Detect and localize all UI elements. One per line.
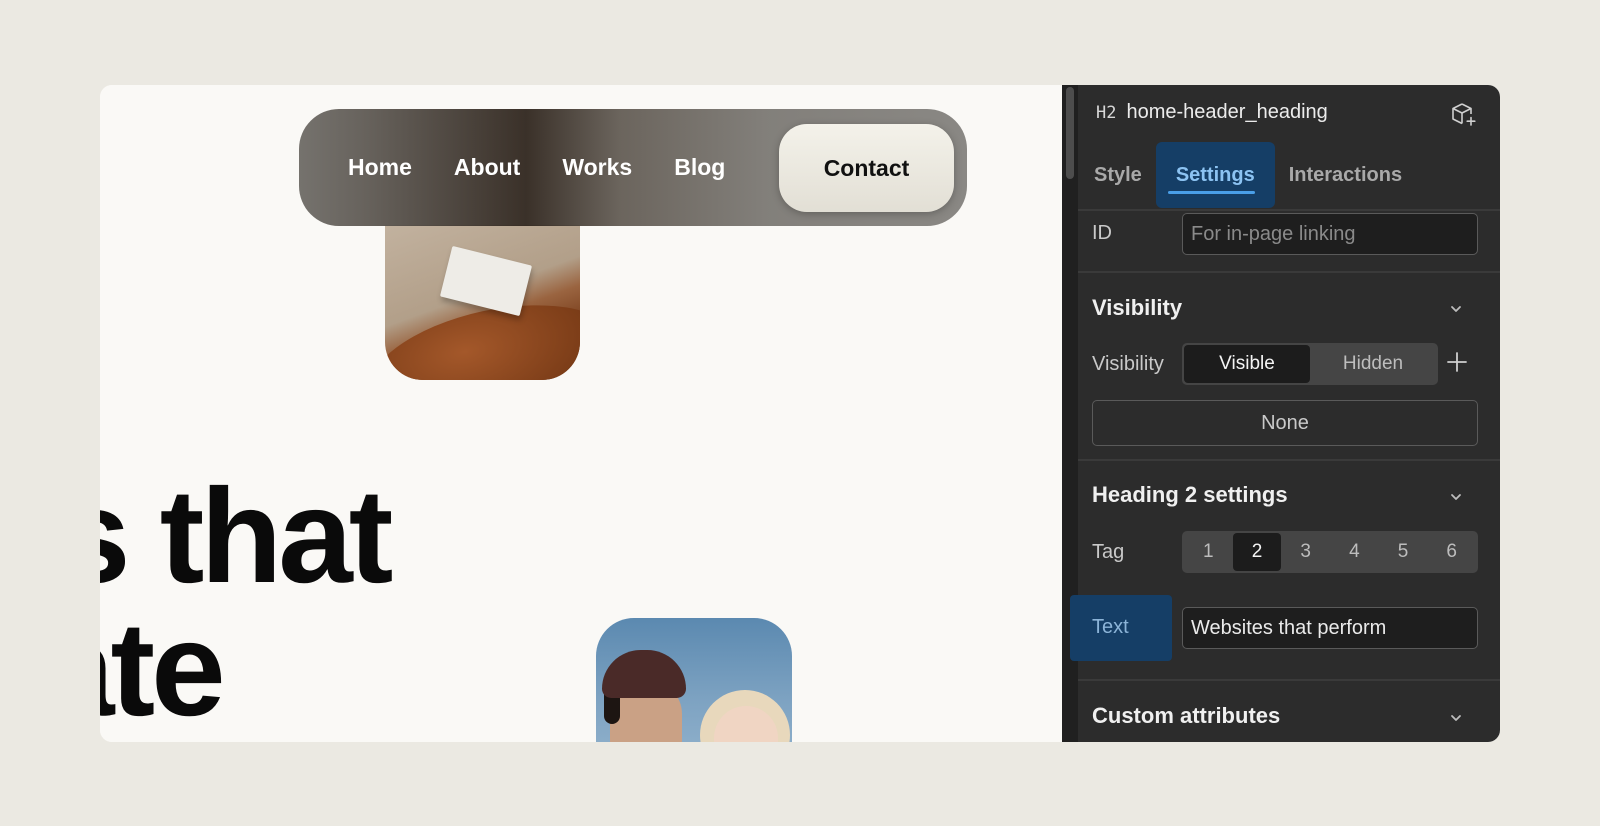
- selected-element-header: H2 home-header_heading: [1096, 101, 1328, 124]
- heading-text-input[interactable]: [1182, 607, 1478, 649]
- heading-settings-section-title[interactable]: Heading 2 settings: [1092, 482, 1288, 508]
- chevron-down-icon[interactable]: [1448, 301, 1464, 317]
- visibility-hidden-option[interactable]: Hidden: [1310, 345, 1436, 383]
- nav-link-about[interactable]: About: [454, 154, 520, 181]
- custom-attributes-section-title[interactable]: Custom attributes: [1092, 703, 1280, 729]
- heading-tag-option[interactable]: 1: [1184, 533, 1233, 571]
- nav-links: Home About Works Blog: [299, 109, 725, 226]
- chevron-down-icon[interactable]: [1448, 489, 1464, 505]
- plus-icon[interactable]: [1446, 351, 1468, 373]
- heading-tag-segmented-control: 1 2 3 4 5 6: [1182, 531, 1478, 573]
- divider: [1078, 209, 1500, 211]
- text-row-label: Text: [1092, 616, 1129, 638]
- hero-image-card-on-fabric: [385, 225, 580, 380]
- heading-tag-option[interactable]: 3: [1281, 533, 1330, 571]
- person-beanie-shape: [602, 650, 686, 698]
- hero-image-people: [596, 618, 792, 742]
- hero-heading-line-1[interactable]: s that: [100, 470, 393, 604]
- hero-heading-line-2[interactable]: ate: [100, 603, 226, 737]
- id-input[interactable]: [1182, 213, 1478, 255]
- element-tag-badge: H2: [1096, 102, 1117, 123]
- chevron-down-icon[interactable]: [1448, 710, 1464, 726]
- nav-link-works[interactable]: Works: [562, 154, 632, 181]
- business-card-shape: [439, 245, 533, 317]
- tab-settings[interactable]: Settings: [1155, 142, 1275, 208]
- heading-tag-option[interactable]: 6: [1427, 533, 1476, 571]
- tab-style[interactable]: Style: [1080, 142, 1156, 208]
- heading-tag-option[interactable]: 5: [1379, 533, 1428, 571]
- cube-plus-icon[interactable]: [1450, 101, 1478, 129]
- heading-tag-option[interactable]: 4: [1330, 533, 1379, 571]
- visibility-segmented-control: Visible Hidden: [1182, 343, 1438, 385]
- tab-interactions[interactable]: Interactions: [1275, 142, 1416, 208]
- visibility-row-label: Visibility: [1092, 353, 1164, 375]
- divider: [1078, 271, 1500, 273]
- id-label: ID: [1092, 222, 1112, 244]
- scrollbar-thumb[interactable]: [1066, 87, 1074, 179]
- visibility-section-title[interactable]: Visibility: [1092, 295, 1182, 321]
- visibility-condition-button[interactable]: None: [1092, 400, 1478, 446]
- nav-link-blog[interactable]: Blog: [674, 154, 725, 181]
- tag-row-label: Tag: [1092, 541, 1125, 563]
- contact-button[interactable]: Contact: [779, 124, 954, 212]
- heading-tag-option[interactable]: 2: [1232, 533, 1282, 571]
- panel-tabs: Style Settings Interactions: [1080, 142, 1416, 208]
- design-canvas[interactable]: s that ate Home About Works Blog Contact: [100, 85, 1062, 742]
- visibility-visible-option[interactable]: Visible: [1184, 345, 1310, 383]
- settings-panel: H2 home-header_heading Style Settings In…: [1062, 85, 1500, 742]
- divider: [1078, 679, 1500, 681]
- app-frame: s that ate Home About Works Blog Contact…: [100, 85, 1500, 742]
- divider: [1078, 459, 1500, 461]
- site-navbar: Home About Works Blog Contact: [299, 109, 967, 226]
- nav-link-home[interactable]: Home: [348, 154, 412, 181]
- element-class-name: home-header_heading: [1126, 101, 1328, 123]
